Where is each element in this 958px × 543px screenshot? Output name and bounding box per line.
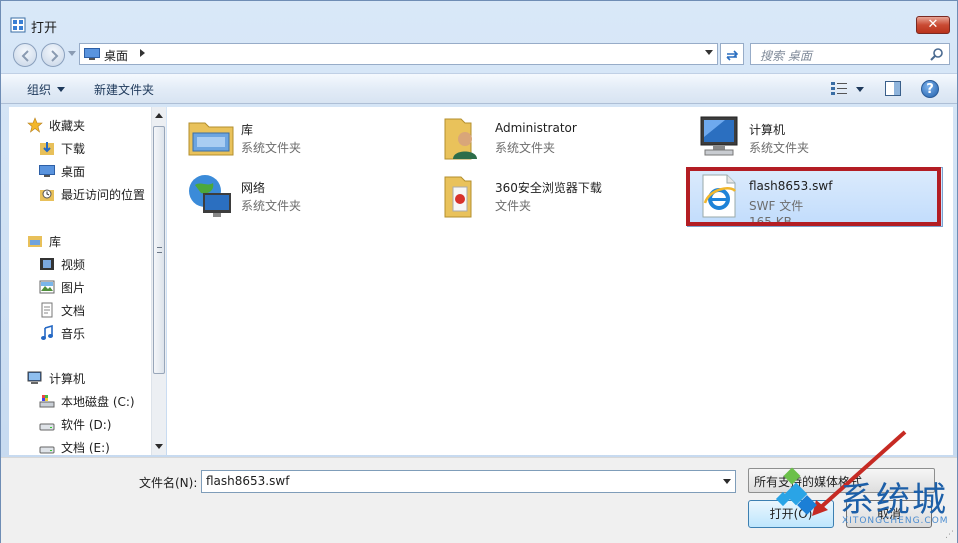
open-file-dialog: 打开 ✕ 桌面 搜索 桌面 组织 新建文件夹 ? 收藏夹 下载 桌面 最近访问的… <box>0 0 958 543</box>
close-icon: ✕ <box>927 17 939 32</box>
scroll-down-arrow-icon[interactable] <box>155 444 163 449</box>
computer-icon <box>700 116 738 156</box>
search-icon[interactable] <box>930 47 944 61</box>
computer-icon <box>27 371 42 384</box>
help-icon[interactable]: ? <box>921 80 939 98</box>
sidebar-label: 文档 (E:) <box>61 441 110 455</box>
refresh-icon <box>726 50 739 61</box>
scroll-up-arrow-icon[interactable] <box>155 113 163 118</box>
file-name: 网络 <box>241 181 266 195</box>
sidebar-label: 桌面 <box>61 165 86 179</box>
search-box[interactable]: 搜索 桌面 <box>750 43 950 65</box>
back-button[interactable] <box>13 43 37 67</box>
command-bar: 组织 新建文件夹 ? <box>1 73 957 104</box>
recent-places-icon <box>40 189 54 201</box>
recent-locations-dropdown-icon[interactable] <box>68 51 76 56</box>
address-location[interactable]: 桌面 <box>104 47 128 64</box>
sidebar-label: 图片 <box>61 281 86 295</box>
back-arrow-icon <box>21 50 29 62</box>
organize-dropdown-icon <box>57 87 66 92</box>
file-name: Administrator <box>495 121 577 135</box>
refresh-button[interactable] <box>720 43 744 65</box>
folder-icon <box>444 176 472 218</box>
address-bar[interactable]: 桌面 <box>79 43 718 65</box>
music-note-icon <box>41 325 53 340</box>
desktop-icon <box>39 165 55 177</box>
system-drive-icon <box>39 395 55 408</box>
file-type: 系统文件夹 <box>749 141 810 155</box>
filename-dropdown-icon[interactable] <box>723 479 731 484</box>
file-item-administrator[interactable]: Administrator 系统文件夹 <box>441 113 681 165</box>
filename-value[interactable]: flash8653.swf <box>206 474 289 488</box>
resize-grip-icon[interactable]: ⋰ <box>945 530 954 540</box>
open-button[interactable]: 打开(O) <box>748 500 834 528</box>
chevron-right-icon[interactable] <box>140 49 145 57</box>
search-placeholder[interactable]: 搜索 桌面 <box>760 47 812 64</box>
drive-icon <box>39 423 55 431</box>
navigation-scrollbar[interactable] <box>151 107 166 455</box>
filename-label: 文件名(N): <box>139 476 198 490</box>
highlight-annotation <box>686 167 941 226</box>
sidebar-label: 计算机 <box>49 372 86 386</box>
user-folder-icon <box>444 118 477 160</box>
file-name: 计算机 <box>749 123 786 137</box>
library-icon <box>28 236 42 247</box>
dialog-icon <box>10 17 26 33</box>
grip-icon <box>157 247 162 253</box>
scroll-thumb[interactable] <box>153 126 165 374</box>
sidebar-label: 本地磁盘 (C:) <box>61 395 135 409</box>
organize-label: 组织 <box>27 83 52 97</box>
network-icon <box>189 175 231 217</box>
new-folder-button[interactable]: 新建文件夹 <box>94 81 154 98</box>
file-name: 库 <box>241 123 254 137</box>
star-icon <box>27 117 43 133</box>
drive-icon <box>39 446 55 454</box>
file-list[interactable]: 库 系统文件夹 Administrator 系统文件夹 计算机 系统文件夹 网络… <box>167 107 953 455</box>
file-type: 系统文件夹 <box>241 199 302 213</box>
window-title: 打开 <box>31 21 58 36</box>
video-icon <box>40 258 54 270</box>
file-type: 系统文件夹 <box>495 141 556 155</box>
desktop-icon <box>84 48 100 60</box>
sidebar-label: 收藏夹 <box>49 119 86 133</box>
cancel-button[interactable]: 取消 <box>846 500 932 528</box>
view-dropdown-icon[interactable] <box>856 87 864 92</box>
preview-pane-icon[interactable] <box>885 81 901 96</box>
sidebar-label: 视频 <box>61 258 86 272</box>
close-button[interactable]: ✕ <box>916 16 950 34</box>
document-icon <box>41 302 53 318</box>
file-type: 系统文件夹 <box>241 141 302 155</box>
navigation-pane: 收藏夹 下载 桌面 最近访问的位置 库 视频 图片 文档 音乐 计算机 本地磁盘… <box>9 107 151 455</box>
file-type: 文件夹 <box>495 199 532 213</box>
navigation-bar: 桌面 搜索 桌面 <box>1 41 957 69</box>
title-bar: 打开 ✕ <box>1 1 957 41</box>
sidebar-label: 音乐 <box>61 327 86 341</box>
sidebar-label: 文档 <box>61 304 86 318</box>
filename-input[interactable]: flash8653.swf <box>201 470 736 493</box>
sidebar-label: 最近访问的位置 <box>61 188 146 202</box>
library-folder-icon <box>188 122 234 156</box>
file-type-filter[interactable]: 所有支持的媒体格式 <box>748 468 935 493</box>
file-item-360-downloads[interactable]: 360安全浏览器下载 文件夹 <box>441 171 681 223</box>
sidebar-label: 库 <box>49 235 62 249</box>
pictures-icon <box>39 280 55 294</box>
sidebar-label: 软件 (D:) <box>61 418 112 432</box>
forward-button[interactable] <box>41 43 65 67</box>
file-item-network[interactable]: 网络 系统文件夹 <box>187 171 427 223</box>
view-options-icon[interactable] <box>831 82 847 96</box>
chevron-down-icon[interactable] <box>705 50 713 55</box>
dialog-footer: 文件名(N): flash8653.swf 所有支持的媒体格式 打开(O) 取消… <box>1 457 957 543</box>
file-item-library[interactable]: 库 系统文件夹 <box>187 113 427 165</box>
sidebar-label: 下载 <box>61 142 86 156</box>
forward-arrow-icon <box>51 50 59 62</box>
organize-button[interactable]: 组织 <box>27 81 66 98</box>
download-folder-icon <box>40 142 54 155</box>
file-name: 360安全浏览器下载 <box>495 181 602 195</box>
file-item-computer[interactable]: 计算机 系统文件夹 <box>695 113 935 165</box>
